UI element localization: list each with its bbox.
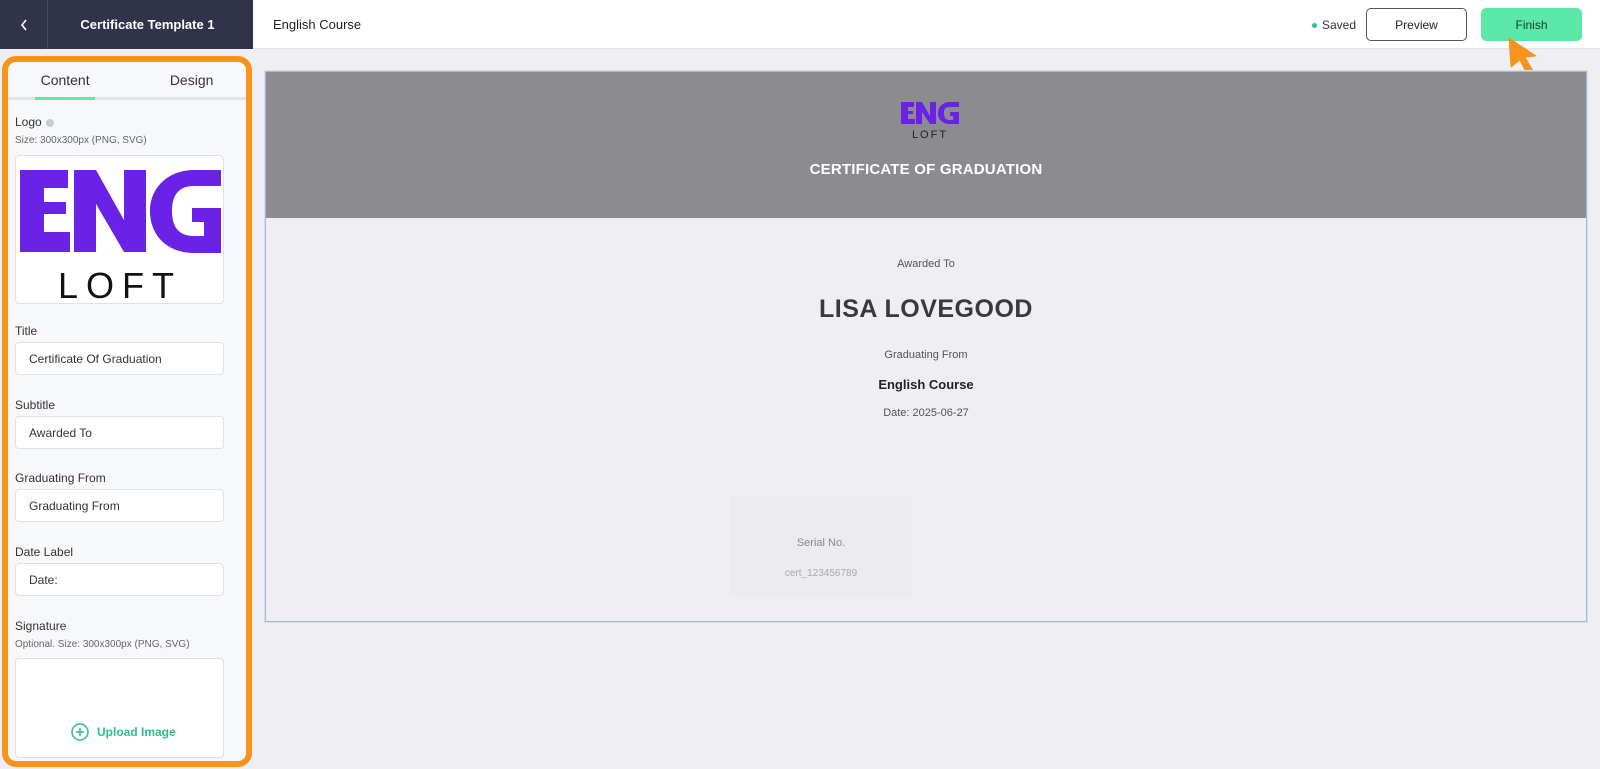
plus-circle-icon [71, 723, 89, 741]
upload-image-button[interactable]: Upload Image [71, 723, 176, 741]
logo-hint: Size: 300x300px (PNG, SVG) [15, 135, 147, 146]
title-input[interactable] [15, 342, 224, 375]
certificate-preview: LOFT CERTIFICATE OF GRADUATION Awarded T… [265, 71, 1587, 622]
signature-hint: Optional. Size: 300x300px (PNG, SVG) [15, 639, 190, 650]
subtitle-label: Subtitle [15, 398, 56, 412]
chevron-left-icon [20, 19, 27, 30]
title-label: Title [15, 324, 38, 338]
content-panel: Content Design Logo Size: 300x300px (PNG… [8, 62, 246, 761]
serial-value: cert_123456789 [784, 568, 858, 579]
signature-upload-area[interactable]: Upload Image [15, 658, 224, 758]
logo-label: Logo [15, 115, 54, 129]
logo-upload[interactable]: LOFT [15, 155, 224, 306]
recipient-name: LISA LOVEGOOD [819, 295, 1033, 323]
logo-label-text: Logo [15, 115, 42, 129]
logo-loft-text: LOFT [58, 265, 182, 305]
top-bar: Certificate Template 1 English Course Sa… [0, 0, 1600, 49]
serial-label: Serial No. [796, 537, 846, 549]
date-label-input[interactable] [15, 563, 224, 596]
certificate-logo: LOFT [901, 102, 959, 141]
saved-status-label: Saved [1322, 18, 1357, 32]
saved-dot-icon [1312, 22, 1317, 28]
tab-design[interactable]: Design [137, 62, 246, 97]
help-icon[interactable] [45, 118, 54, 127]
template-header: Certificate Template 1 [0, 0, 253, 49]
course-name: English Course [273, 17, 362, 32]
certificate-title: CERTIFICATE OF GRADUATION [809, 161, 1043, 178]
saved-status: Saved [1312, 18, 1356, 32]
course-title: English Course [878, 377, 974, 392]
graduating-from-text: Graduating From [884, 349, 968, 361]
serial-number-box: Serial No. cert_123456789 [730, 497, 912, 597]
certificate-header: LOFT CERTIFICATE OF GRADUATION [266, 72, 1586, 218]
upload-image-label: Upload Image [97, 725, 176, 739]
graduating-from-label: Graduating From [15, 471, 106, 485]
certificate-subtitle: Awarded To [897, 258, 955, 270]
eng-loft-logo: LOFT [20, 170, 221, 306]
date-label-label: Date Label [15, 545, 74, 559]
signature-label: Signature [15, 619, 67, 633]
certificate-logo-text: LOFT [912, 129, 948, 141]
template-name: Certificate Template 1 [80, 17, 215, 32]
preview-button[interactable]: Preview [1366, 8, 1467, 41]
mouse-pointer-icon [1508, 37, 1537, 75]
panel-tabs: Content Design [8, 62, 246, 100]
certificate-date: Date: 2025-06-27 [883, 407, 969, 419]
back-button[interactable] [0, 0, 48, 49]
graduating-from-input[interactable] [15, 489, 224, 522]
tab-content[interactable]: Content [35, 62, 96, 100]
subtitle-input[interactable] [15, 416, 224, 449]
